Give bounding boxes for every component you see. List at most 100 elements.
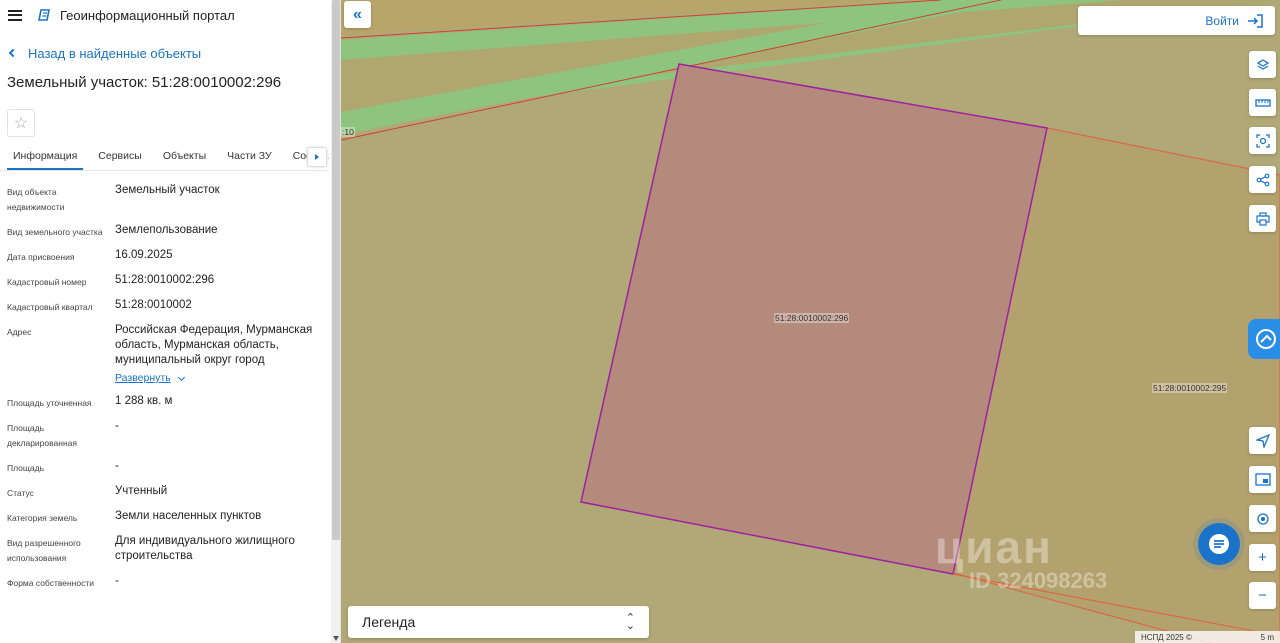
legend-label: Легенда bbox=[362, 614, 416, 630]
map-attribution: НСПД 2025 © 5 m bbox=[1135, 631, 1280, 643]
property-label: Дата присвоения bbox=[7, 252, 75, 262]
back-to-results-link[interactable]: Назад в найденные объекты bbox=[0, 45, 340, 61]
property-value: Учтенный bbox=[115, 485, 168, 497]
property-row: Вид разрешенного использования Для индив… bbox=[0, 534, 340, 566]
tab-services[interactable]: Сервисы bbox=[92, 145, 148, 170]
collapse-sidebar-button[interactable]: « bbox=[344, 1, 371, 28]
back-link-label: Назад в найденные объекты bbox=[28, 45, 202, 61]
address-value: Российская Федерация, Мурманская область… bbox=[115, 324, 313, 366]
login-arrow-icon bbox=[1248, 13, 1263, 28]
property-label: Кадастровый номер bbox=[7, 277, 87, 287]
geolocation-icon bbox=[1256, 512, 1269, 525]
attribution-text: НСПД 2025 © bbox=[1141, 632, 1192, 642]
double-chevron-left-icon: « bbox=[353, 5, 362, 23]
property-label: Категория земель bbox=[7, 513, 78, 523]
property-value: Земельный участок bbox=[115, 184, 220, 196]
locate-button[interactable] bbox=[1249, 427, 1276, 454]
zoom-out-icon: − bbox=[1258, 587, 1267, 604]
star-icon: ☆ bbox=[13, 115, 29, 132]
property-value: Землепользование bbox=[115, 224, 218, 236]
property-row: Дата присвоения 16.09.2025 bbox=[0, 248, 340, 265]
chevron-down-icon bbox=[177, 373, 185, 381]
property-value: 51:28:0010002:296 bbox=[115, 274, 215, 286]
print-icon bbox=[1255, 211, 1270, 226]
property-row: Площадь декларированная - bbox=[0, 419, 340, 451]
property-label: Форма собственности bbox=[7, 578, 94, 588]
favorite-button[interactable]: ☆ bbox=[7, 109, 35, 137]
layers-icon bbox=[1256, 58, 1269, 70]
print-button[interactable] bbox=[1249, 205, 1276, 232]
zoom-out-button[interactable]: − bbox=[1249, 582, 1276, 609]
property-label: Вид разрешенного использования bbox=[7, 538, 81, 563]
sidebar: Геоинформационный портал Назад в найденн… bbox=[0, 0, 341, 643]
login-button[interactable]: Войти bbox=[1078, 6, 1275, 35]
tabs-scroll-right-button[interactable] bbox=[307, 147, 327, 167]
property-value: 16.09.2025 bbox=[115, 249, 173, 261]
tab-objects[interactable]: Объекты bbox=[157, 145, 212, 170]
side-widget-icon bbox=[1256, 329, 1276, 349]
share-icon bbox=[1256, 173, 1269, 186]
sidebar-header: Геоинформационный портал bbox=[0, 0, 340, 30]
tab-information[interactable]: Информация bbox=[7, 145, 84, 170]
property-label: Площадь уточненная bbox=[7, 398, 92, 408]
property-value: Земли населенных пунктов bbox=[115, 510, 262, 522]
property-value: 51:28:0010002 bbox=[115, 299, 192, 311]
legend-panel-toggle[interactable]: Легенда ⌃ ⌄ bbox=[348, 606, 649, 638]
property-row: Кадастровый квартал 51:28:0010002 bbox=[0, 298, 340, 315]
ruler-icon bbox=[1254, 98, 1271, 107]
app-root: Геоинформационный портал Назад в найденн… bbox=[0, 0, 1280, 643]
menu-icon[interactable] bbox=[8, 9, 22, 21]
map-edge-label: :10 bbox=[341, 127, 355, 137]
tab-parts[interactable]: Части ЗУ bbox=[221, 145, 278, 170]
property-value: Для индивидуального жилищного строительс… bbox=[115, 535, 295, 562]
map-canvas[interactable]: :10 51:28:0010002:296 51:28:0010002:295 bbox=[341, 0, 1280, 643]
scroll-down-icon[interactable] bbox=[333, 636, 339, 641]
layers-button[interactable] bbox=[1249, 51, 1276, 78]
property-row: Вид объекта недвижимости Земельный участ… bbox=[0, 183, 340, 215]
property-value: - bbox=[115, 460, 119, 472]
property-row: Адрес Российская Федерация, Мурманская о… bbox=[0, 323, 340, 386]
zoom-in-icon: + bbox=[1258, 549, 1267, 566]
property-label: Кадастровый квартал bbox=[7, 302, 93, 312]
sidebar-scrollbar[interactable] bbox=[331, 0, 340, 643]
page-title: Земельный участок: 51:28:0010002:296 bbox=[7, 74, 282, 91]
property-row: Площадь - bbox=[0, 459, 340, 476]
property-value: - bbox=[115, 420, 119, 432]
property-label: Площадь декларированная bbox=[7, 423, 77, 448]
scrollbar-thumb[interactable] bbox=[332, 0, 340, 540]
ruler-button[interactable] bbox=[1249, 89, 1276, 116]
property-row: Категория земель Земли населенных пункто… bbox=[0, 509, 340, 526]
property-label: Адрес bbox=[7, 327, 32, 337]
parcel-neighbor-label: 51:28:0010002:295 bbox=[1152, 383, 1228, 393]
chat-icon bbox=[1209, 534, 1229, 554]
property-row: Вид земельного участка Землепользование bbox=[0, 223, 340, 240]
property-row: Кадастровый номер 51:28:0010002:296 bbox=[0, 273, 340, 290]
share-button[interactable] bbox=[1249, 166, 1276, 193]
login-label: Войти bbox=[1205, 13, 1239, 28]
select-area-icon bbox=[1255, 133, 1270, 148]
chat-button[interactable] bbox=[1198, 523, 1240, 565]
minimap-icon bbox=[1254, 473, 1271, 486]
geolocation-button[interactable] bbox=[1249, 505, 1276, 532]
property-label: Вид объекта недвижимости bbox=[7, 187, 65, 212]
expand-label: Развернуть bbox=[115, 372, 171, 384]
portal-logo-icon bbox=[38, 9, 50, 21]
locate-icon bbox=[1255, 433, 1270, 448]
property-value: - bbox=[115, 575, 119, 587]
expand-address-link[interactable]: Развернуть bbox=[115, 371, 185, 386]
select-area-button[interactable] bbox=[1249, 127, 1276, 154]
property-row: Форма собственности - bbox=[0, 574, 340, 591]
property-label: Статус bbox=[7, 488, 34, 498]
property-value: 1 288 кв. м bbox=[115, 395, 173, 407]
property-row: Площадь уточненная 1 288 кв. м bbox=[0, 394, 340, 411]
parcel-main-label: 51:28:0010002:296 bbox=[774, 313, 850, 323]
expand-collapse-icon: ⌃ ⌄ bbox=[625, 612, 635, 632]
minimap-button[interactable] bbox=[1249, 466, 1276, 493]
scale-label: 5 m bbox=[1260, 632, 1274, 642]
zoom-in-button[interactable]: + bbox=[1249, 544, 1276, 571]
property-label: Площадь bbox=[7, 463, 45, 473]
side-widget-button[interactable] bbox=[1248, 319, 1280, 359]
property-label: Вид земельного участка bbox=[7, 227, 103, 237]
tab-bar: Информация Сервисы Объекты Части ЗУ Сост… bbox=[0, 145, 329, 171]
property-row: Статус Учтенный bbox=[0, 484, 340, 501]
